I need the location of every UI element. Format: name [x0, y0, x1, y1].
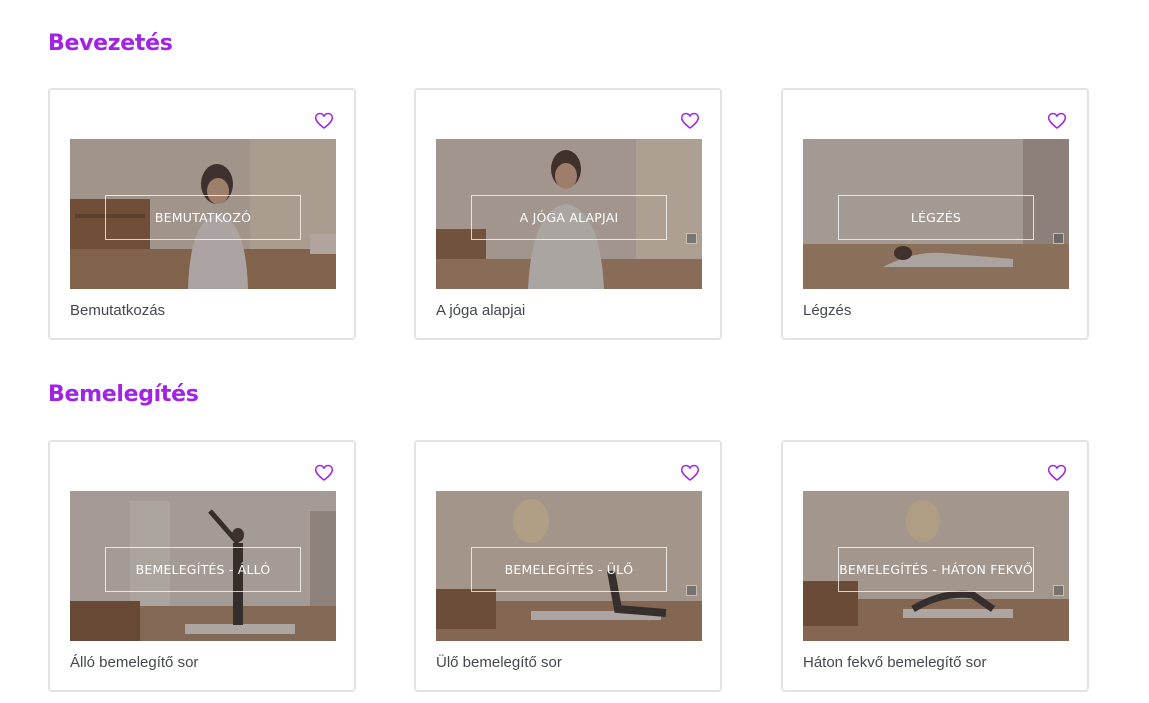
video-card-legzes[interactable]: LÉGZÉS Légzés	[781, 88, 1089, 340]
thumbnail-title: BEMUTATKOZÓ	[154, 210, 252, 225]
thumbnail-title-box: BEMUTATKOZÓ	[105, 195, 301, 240]
thumbnail-title: BEMELEGÍTÉS - ÁLLÓ	[135, 562, 271, 577]
course-page: Bevezetés BEMUTATKOZÓ Bemutatkozás A JÓG…	[0, 0, 1149, 703]
thumbnail-title: BEMELEGÍTÉS - HÁTON FEKVŐ	[839, 562, 1033, 577]
heart-outline-icon[interactable]	[1047, 463, 1067, 483]
thumbnail-title: A JÓGA ALAPJAI	[519, 210, 619, 225]
video-caption[interactable]: Légzés	[803, 302, 851, 319]
video-card-bemutatkozas[interactable]: BEMUTATKOZÓ Bemutatkozás	[48, 88, 356, 340]
thumbnail-title-box: BEMELEGÍTÉS - HÁTON FEKVŐ	[838, 547, 1034, 592]
video-caption[interactable]: Ülő bemelegítő sor	[436, 654, 562, 671]
video-card-a-joga-alapjai[interactable]: A JÓGA ALAPJAI A jóga alapjai	[414, 88, 722, 340]
video-thumbnail[interactable]: BEMELEGÍTÉS - ÜLŐ	[436, 491, 702, 641]
video-caption[interactable]: Álló bemelegítő sor	[70, 654, 198, 671]
expand-icon	[686, 233, 697, 244]
thumbnail-title-box: LÉGZÉS	[838, 195, 1034, 240]
section-title-bemelegites: Bemelegítés	[48, 382, 199, 407]
thumbnail-title-box: BEMELEGÍTÉS - ÜLŐ	[471, 547, 667, 592]
video-caption[interactable]: Bemutatkozás	[70, 302, 165, 319]
video-caption[interactable]: A jóga alapjai	[436, 302, 525, 319]
heart-outline-icon[interactable]	[680, 111, 700, 131]
thumbnail-title-box: A JÓGA ALAPJAI	[471, 195, 667, 240]
video-thumbnail[interactable]: LÉGZÉS	[803, 139, 1069, 289]
expand-icon	[686, 585, 697, 596]
thumbnail-title: BEMELEGÍTÉS - ÜLŐ	[504, 562, 634, 577]
section-title-bevezetes: Bevezetés	[48, 31, 173, 56]
thumbnail-title-box: BEMELEGÍTÉS - ÁLLÓ	[105, 547, 301, 592]
video-card-ulo-bemelegito-sor[interactable]: BEMELEGÍTÉS - ÜLŐ Ülő bemelegítő sor	[414, 440, 722, 692]
video-thumbnail[interactable]: BEMUTATKOZÓ	[70, 139, 336, 289]
heart-outline-icon[interactable]	[1047, 111, 1067, 131]
heart-outline-icon[interactable]	[314, 111, 334, 131]
thumbnail-title: LÉGZÉS	[910, 210, 962, 225]
video-thumbnail[interactable]: A JÓGA ALAPJAI	[436, 139, 702, 289]
heart-outline-icon[interactable]	[680, 463, 700, 483]
video-card-allo-bemelegito-sor[interactable]: BEMELEGÍTÉS - ÁLLÓ Álló bemelegítő sor	[48, 440, 356, 692]
heart-outline-icon[interactable]	[314, 463, 334, 483]
video-card-haton-fekvo-bemelegito-sor[interactable]: BEMELEGÍTÉS - HÁTON FEKVŐ Háton fekvő be…	[781, 440, 1089, 692]
video-thumbnail[interactable]: BEMELEGÍTÉS - ÁLLÓ	[70, 491, 336, 641]
video-caption[interactable]: Háton fekvő bemelegítő sor	[803, 654, 986, 671]
video-thumbnail[interactable]: BEMELEGÍTÉS - HÁTON FEKVŐ	[803, 491, 1069, 641]
expand-icon	[1053, 585, 1064, 596]
expand-icon	[1053, 233, 1064, 244]
